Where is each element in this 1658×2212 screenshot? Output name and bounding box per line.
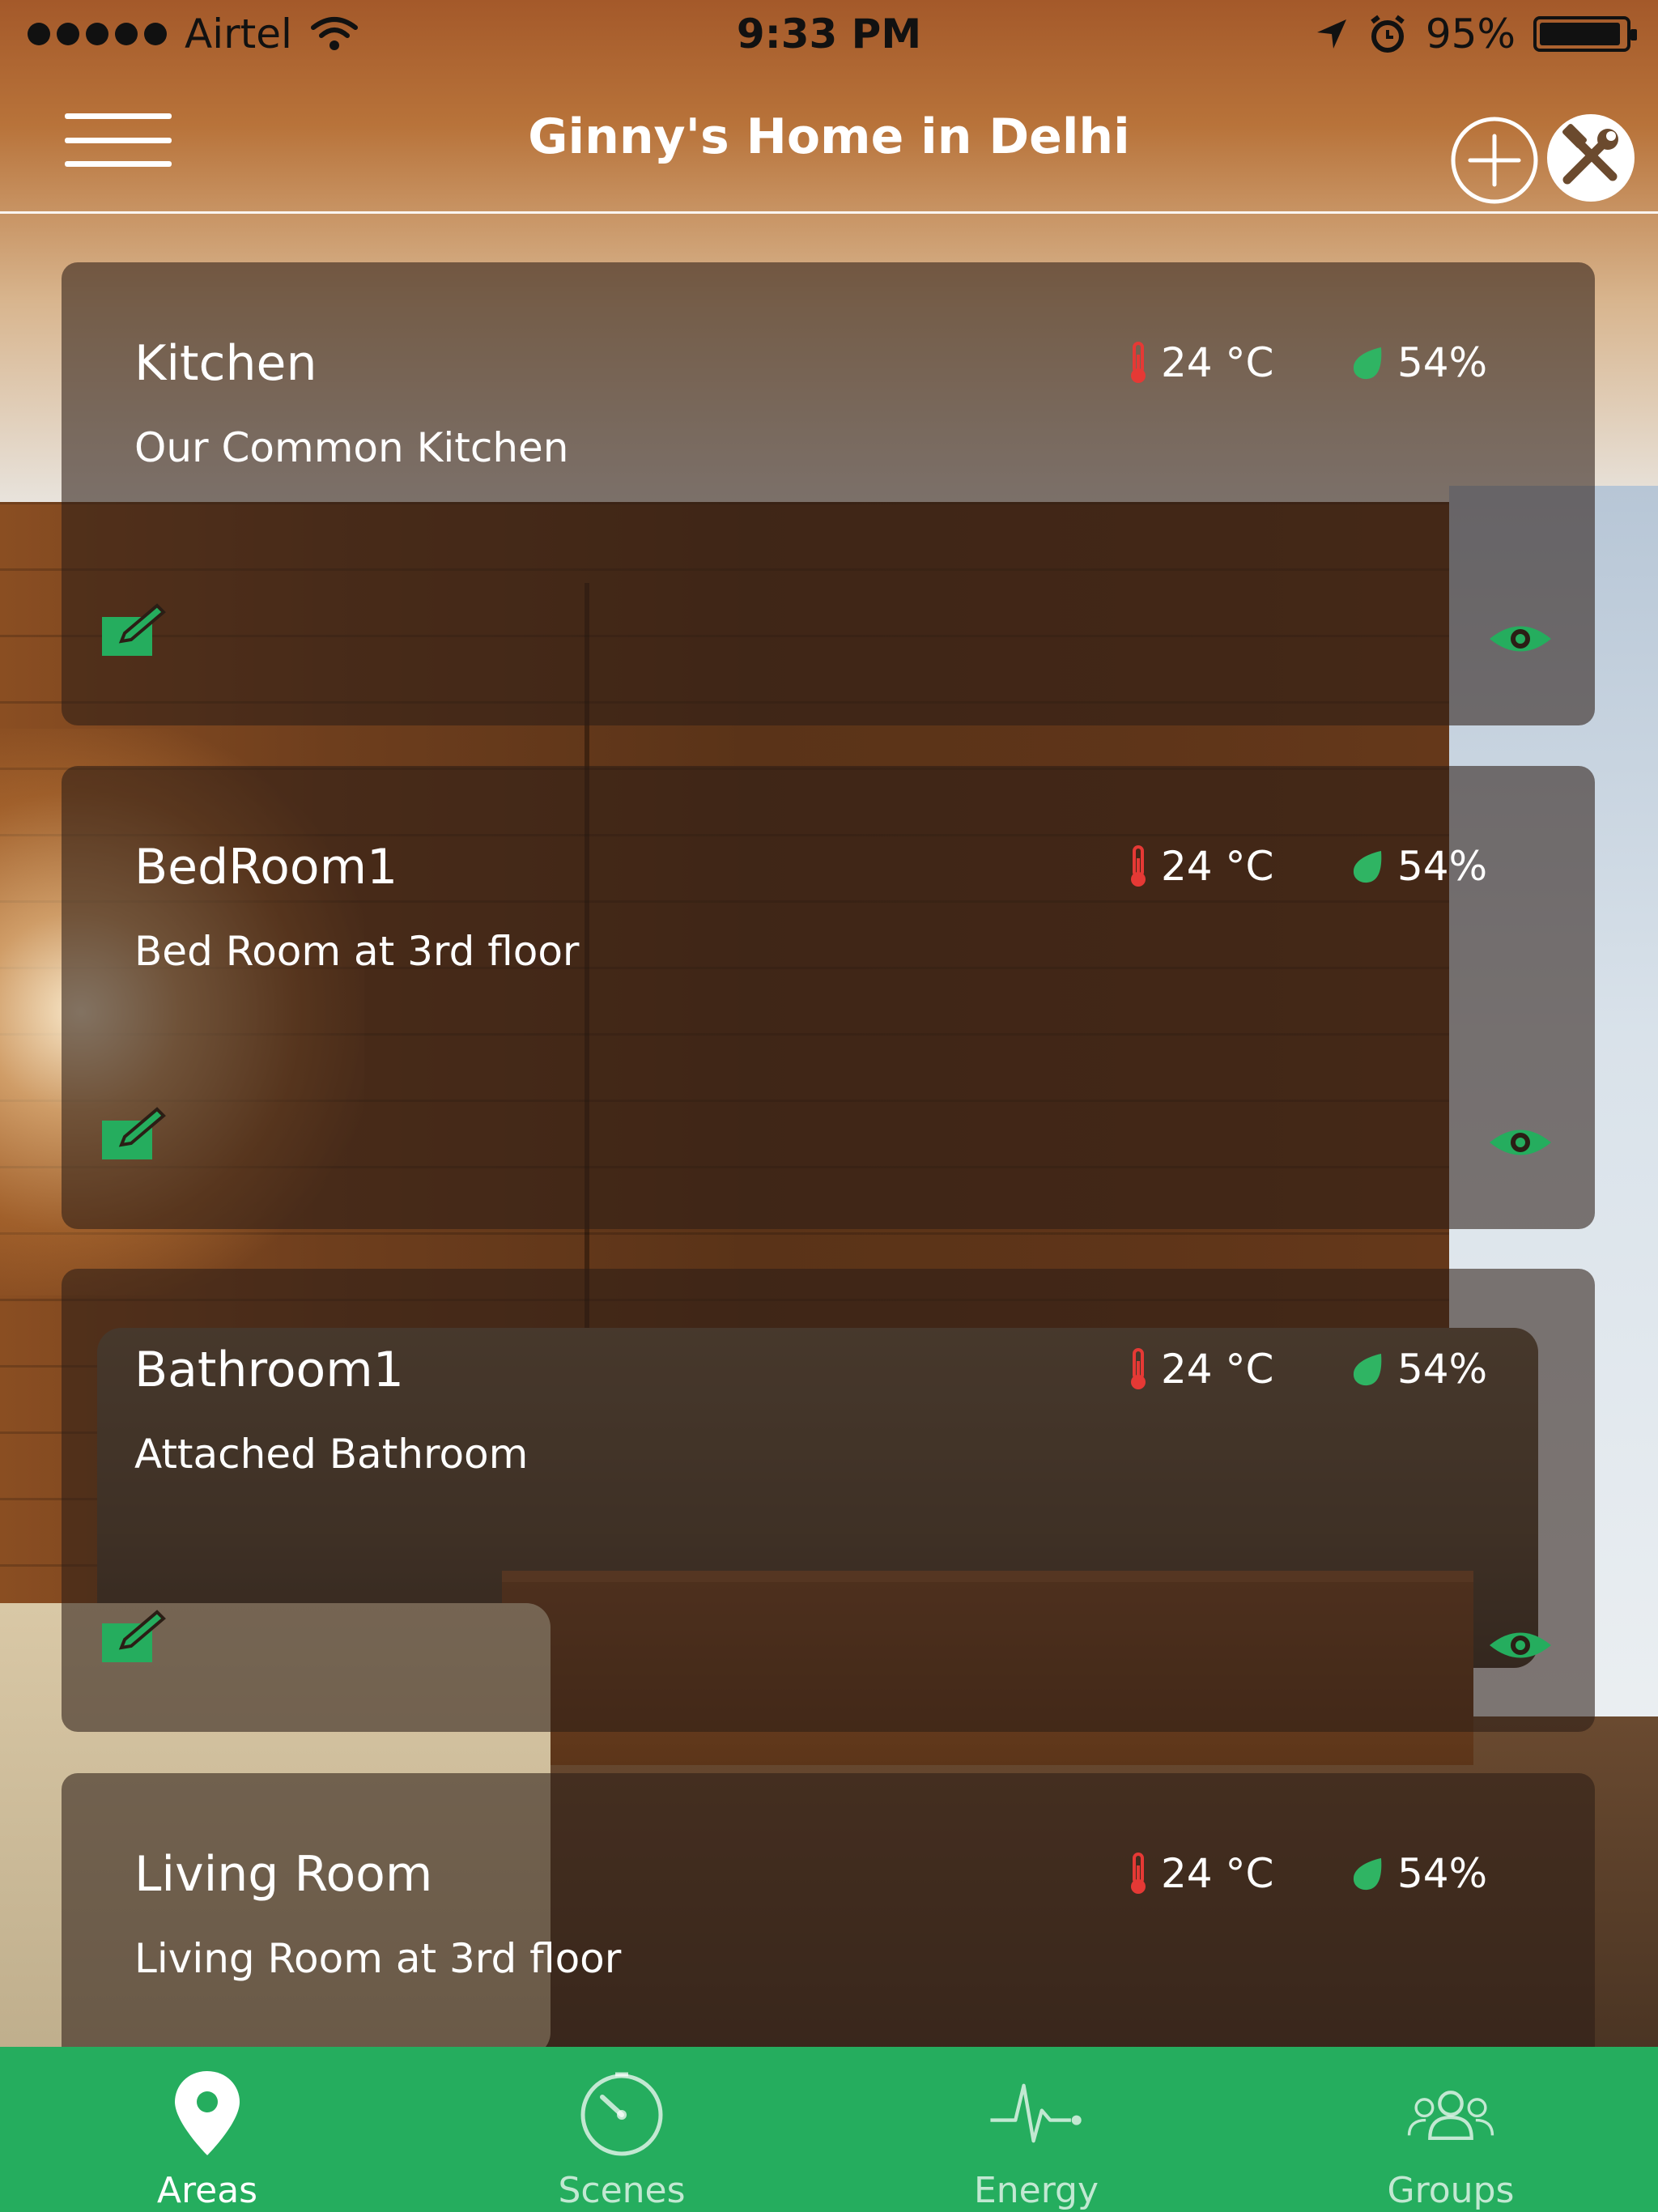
thermometer-icon — [1131, 1853, 1146, 1894]
room-name: BedRoom1 — [134, 839, 398, 895]
map-pin-icon — [175, 2071, 240, 2155]
humidity-reading: 54% — [1349, 842, 1487, 891]
room-description: Living Room at 3rd floor — [134, 1935, 622, 1982]
tools-wrench-hammer-icon[interactable] — [1545, 112, 1637, 204]
status-time: 9:33 PM — [736, 11, 922, 57]
edit-icon[interactable] — [100, 1106, 167, 1161]
tab-label: Energy — [973, 2170, 1099, 2211]
temperature-reading: 24 °C — [1127, 1345, 1273, 1393]
temperature-value: 24 °C — [1161, 339, 1274, 386]
room-card[interactable]: Living Room 24 °C 54% Living Room at 3rd… — [62, 1773, 1595, 2047]
room-name: Bathroom1 — [134, 1342, 404, 1398]
room-description: Attached Bathroom — [134, 1431, 529, 1478]
humidity-value: 54% — [1397, 339, 1488, 386]
people-group-icon — [1407, 2091, 1494, 2140]
plus-circle-icon[interactable] — [1449, 115, 1540, 206]
humidity-value: 54% — [1397, 1346, 1488, 1393]
humidity-reading: 54% — [1349, 338, 1487, 387]
battery-fill — [1540, 23, 1620, 45]
room-card[interactable]: BedRoom1 24 °C 54% Bed Room at 3rd floor — [62, 766, 1595, 1229]
room-name: Living Room — [134, 1846, 433, 1903]
tab-label: Areas — [156, 2170, 258, 2211]
eye-icon[interactable] — [1488, 1625, 1553, 1665]
tab-bar: Areas Scenes Energy Groups — [0, 2047, 1658, 2212]
room-name: Kitchen — [134, 335, 317, 392]
tab-energy[interactable]: Energy — [829, 2047, 1244, 2212]
navigation-bar: Ginny's Home in Delhi — [0, 68, 1658, 214]
humidity-drop-icon — [1353, 347, 1382, 380]
tab-label: Groups — [1387, 2170, 1515, 2211]
thermometer-icon — [1131, 1348, 1146, 1389]
humidity-reading: 54% — [1349, 1345, 1487, 1393]
thermometer-icon — [1131, 342, 1146, 383]
room-description: Our Common Kitchen — [134, 424, 569, 471]
humidity-value: 54% — [1397, 843, 1488, 890]
edit-icon[interactable] — [100, 1609, 167, 1664]
battery-icon — [1533, 16, 1637, 52]
temperature-value: 24 °C — [1161, 843, 1274, 890]
thermometer-icon — [1131, 845, 1146, 887]
page-title: Ginny's Home in Delhi — [528, 108, 1130, 165]
eye-icon[interactable] — [1488, 1122, 1553, 1163]
tab-areas[interactable]: Areas — [0, 2047, 414, 2212]
humidity-drop-icon — [1353, 1354, 1382, 1386]
humidity-drop-icon — [1353, 1858, 1382, 1891]
humidity-value: 54% — [1397, 1850, 1488, 1897]
tab-label: Scenes — [558, 2170, 686, 2211]
humidity-drop-icon — [1353, 851, 1382, 883]
room-list: Kitchen 24 °C 54% Our Common Kitchen Bed… — [0, 0, 1658, 2047]
humidity-reading: 54% — [1349, 1849, 1487, 1898]
status-bar: Airtel 9:33 PM 95% — [0, 0, 1658, 68]
temperature-value: 24 °C — [1161, 1346, 1274, 1393]
heartbeat-pulse-icon — [990, 2083, 1082, 2143]
room-card[interactable]: Bathroom1 24 °C 54% Attached Bathroom — [62, 1269, 1595, 1732]
temperature-reading: 24 °C — [1127, 842, 1273, 891]
tab-groups[interactable]: Groups — [1244, 2047, 1658, 2212]
room-card[interactable]: Kitchen 24 °C 54% Our Common Kitchen — [62, 262, 1595, 725]
eye-icon[interactable] — [1488, 619, 1553, 659]
temperature-value: 24 °C — [1161, 1850, 1274, 1897]
tab-scenes[interactable]: Scenes — [414, 2047, 829, 2212]
temperature-reading: 24 °C — [1127, 338, 1273, 387]
room-description: Bed Room at 3rd floor — [134, 928, 580, 975]
temperature-reading: 24 °C — [1127, 1849, 1273, 1898]
edit-icon[interactable] — [100, 602, 167, 657]
timer-dial-icon — [580, 2072, 663, 2156]
